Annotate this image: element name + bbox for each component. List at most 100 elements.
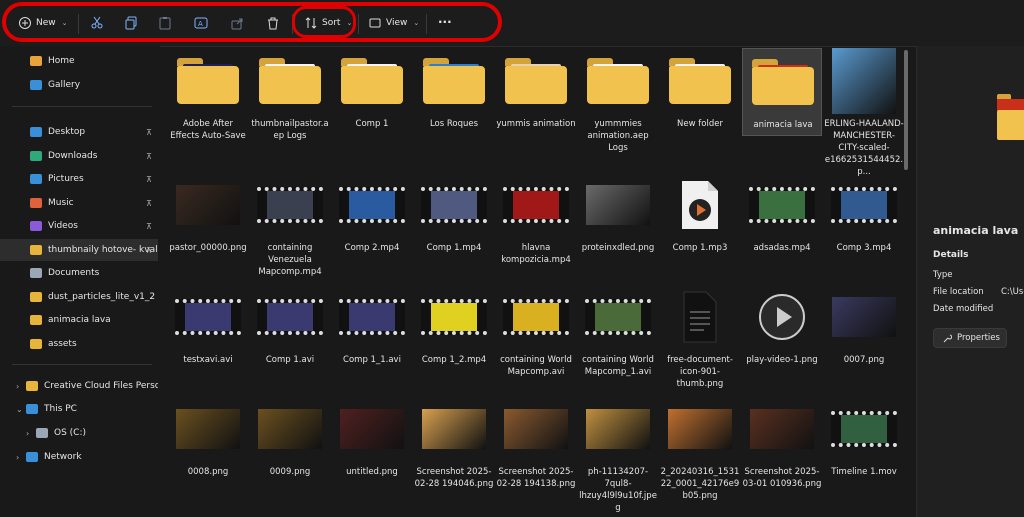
sidebar-item[interactable]: › OS (C:) [0,422,158,444]
file-item[interactable]: Screenshot 2025-03-01 010936.png [742,396,822,506]
sidebar-item[interactable]: Desktop ⊼ [0,121,158,143]
file-item[interactable]: hlavna kompozicia.mp4 [496,172,576,282]
sidebar-item[interactable]: Gallery [0,74,158,96]
item-label: animacia lava [753,120,813,130]
item-label: proteinxdled.png [581,243,655,253]
copy-button[interactable] [124,13,138,33]
sidebar-item[interactable]: ⌄ This PC [0,398,158,420]
file-item[interactable]: containing Venezuela Mapcomp.mp4 [250,172,330,282]
image-preview [586,185,650,225]
folder-thumbnail [168,48,248,114]
view-layout-icon [369,18,381,28]
vertical-scrollbar[interactable] [904,50,908,170]
sidebar-item-label: Downloads [48,151,98,161]
file-item[interactable]: Comp 1.mp3 [660,172,740,282]
sidebar-item-label: animacia lava [48,315,111,325]
item-label: containing World Mapcomp_1.avi [582,355,654,377]
file-item[interactable]: testxavi.avi [168,284,248,394]
sidebar-item-label: Videos [48,221,78,231]
file-item[interactable]: proteinxdled.png [578,172,658,282]
item-label: adsadas.mp4 [753,243,811,253]
image-preview [340,409,404,449]
sidebar-divider [12,106,152,107]
file-item[interactable]: Comp 2.mp4 [332,172,412,282]
file-item[interactable]: play-video-1.png [742,284,822,394]
share-button[interactable] [230,13,244,33]
file-item[interactable]: Comp 1.mp4 [414,172,494,282]
video-thumbnail [414,284,494,350]
folder-item[interactable]: yummis animation [496,48,576,158]
folder-item[interactable]: Adobe After Effects Auto-Save [168,48,248,158]
preview-thumbnail [997,94,1024,144]
new-button[interactable]: New ⌄ [18,13,68,33]
folder-item[interactable]: New folder [660,48,740,158]
image-thumbnail [168,396,248,462]
file-item[interactable]: Comp 1_2.mp4 [414,284,494,394]
folder-item[interactable]: Comp 1 [332,48,412,158]
file-item[interactable]: adsadas.mp4 [742,172,822,282]
sidebar-item[interactable]: animacia lava [0,309,158,331]
sort-button[interactable]: Sort ⌄ [304,13,352,33]
file-item[interactable]: ph-11134207-7qul8-lhzuy4l9l9u10f.jpeg [578,396,658,513]
video-thumbnail [332,172,412,238]
cut-button[interactable] [90,13,104,33]
item-label: untitled.png [346,467,398,477]
file-item[interactable]: 0009.png [250,396,330,506]
file-item[interactable]: untitled.png [332,396,412,506]
file-item[interactable]: Comp 3.mp4 [824,172,904,282]
folder-item[interactable]: Los Roques [414,48,494,158]
expand-chevron-icon[interactable]: › [16,382,26,391]
sidebar-item[interactable]: Music ⊼ [0,192,158,214]
item-label: ERLING-HAALAND-MANCHESTER-CITY-scaled-e1… [824,119,904,177]
folder-icon [30,315,42,325]
sidebar-item[interactable]: Pictures ⊼ [0,168,158,190]
sidebar-item[interactable]: Documents [0,262,158,284]
desktop-icon [30,127,42,137]
file-item[interactable]: Comp 1_1.avi [332,284,412,394]
image-preview [258,409,322,449]
view-button[interactable]: View ⌄ [368,13,419,33]
image-preview [832,48,896,114]
sidebar-item[interactable]: › Creative Cloud Files Persona [0,375,158,397]
sidebar-item-label: OS (C:) [54,428,86,438]
folder-item[interactable]: animacia lava [742,48,822,136]
folder-thumbnail [250,48,330,114]
file-item[interactable]: ERLING-HAALAND-MANCHESTER-CITY-scaled-e1… [824,48,904,177]
expand-chevron-icon[interactable]: › [16,453,26,462]
sidebar-item[interactable]: Downloads ⊼ [0,145,158,167]
item-label: 2_20240316_153122_0001_42176e9b05.png [660,467,740,501]
file-item[interactable]: containing World Mapcomp_1.avi [578,284,658,394]
file-item[interactable]: Comp 1.avi [250,284,330,394]
sidebar-item[interactable]: › Network [0,446,158,468]
folder-item[interactable]: yummmies animation.aep Logs [578,48,658,158]
expand-chevron-icon[interactable]: ⌄ [16,405,26,414]
sidebar-item[interactable]: Home [0,50,158,72]
file-item[interactable]: Screenshot 2025-02-28 194046.png [414,396,494,506]
sidebar-item[interactable]: assets [0,333,158,355]
sidebar-item[interactable]: thumbnaily hotove- kvali ⊼ [0,239,158,261]
sidebar-item[interactable]: Videos ⊼ [0,215,158,237]
rename-button[interactable]: A [194,13,208,33]
file-item[interactable]: Timeline 1.mov [824,396,904,506]
paste-button[interactable] [158,13,172,33]
share-icon [231,18,243,30]
music-icon [30,198,42,208]
folder-thumbnail [332,48,412,114]
sidebar-item-label: Home [48,56,75,66]
file-item[interactable]: 2_20240316_153122_0001_42176e9b05.png [660,396,740,506]
item-label: Comp 1_1.avi [343,355,401,365]
file-item[interactable]: containing World Mapcomp.avi [496,284,576,394]
command-bar: New ⌄ A Sort ⌄ View ⌄ ··· [0,0,1024,47]
file-item[interactable]: 0007.png [824,284,904,394]
video-thumbnail [824,172,904,238]
more-options-button[interactable]: ··· [438,12,452,32]
properties-button[interactable]: Properties [933,328,1007,348]
folder-item[interactable]: thumbnailpastor.aep Logs [250,48,330,158]
file-item[interactable]: pastor_00000.png [168,172,248,282]
file-item[interactable]: 0008.png [168,396,248,506]
delete-button[interactable] [266,13,280,33]
expand-chevron-icon[interactable]: › [26,429,36,438]
sidebar-item[interactable]: dust_particles_lite_v1_2 [0,286,158,308]
file-item[interactable]: Screenshot 2025-02-28 194138.png [496,396,576,506]
file-item[interactable]: free-document-icon-901-thumb.png [660,284,740,394]
